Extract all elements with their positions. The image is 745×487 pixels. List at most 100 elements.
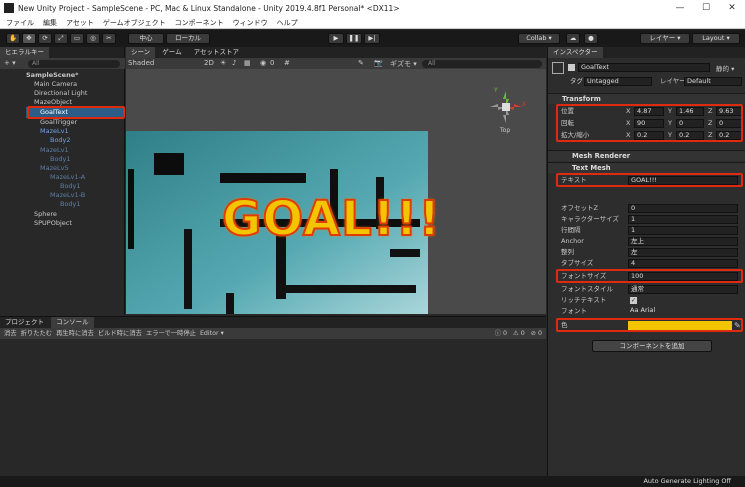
- clear-on-play-toggle[interactable]: 再生時に消去: [56, 328, 94, 339]
- anchor-dropdown[interactable]: 左上: [628, 237, 738, 246]
- offset-z-field[interactable]: 0: [628, 204, 738, 213]
- menu-file[interactable]: ファイル: [6, 17, 34, 28]
- gizmos-dropdown[interactable]: ギズモ ▾: [390, 59, 417, 69]
- tree-item-directional-light[interactable]: Directional Light: [34, 89, 87, 98]
- error-pause-toggle[interactable]: エラーで一時停止: [146, 328, 196, 339]
- menu-component[interactable]: コンポーネント: [175, 17, 224, 28]
- tree-item-mazelv1-a[interactable]: MazeLv1-A: [50, 173, 85, 182]
- rect-tool-icon[interactable]: ▭: [70, 33, 84, 44]
- lighting-icon[interactable]: ☀: [220, 59, 226, 67]
- minimize-button[interactable]: —: [667, 0, 693, 17]
- tab-hierarchy[interactable]: ヒエラルキー: [0, 47, 49, 58]
- tree-item-samplescene[interactable]: SampleScene*: [26, 71, 79, 80]
- active-checkbox[interactable]: [568, 64, 575, 71]
- mesh-renderer-title[interactable]: Mesh Renderer: [572, 152, 630, 160]
- tree-item-body1[interactable]: Body1: [50, 155, 71, 164]
- tab-inspector[interactable]: インスペクター: [548, 47, 603, 58]
- close-button[interactable]: ✕: [719, 0, 745, 17]
- info-count[interactable]: ⓘ 0: [495, 328, 507, 339]
- collab-dropdown[interactable]: Collab ▾: [518, 33, 560, 44]
- error-count[interactable]: ⊘ 0: [531, 328, 542, 339]
- space-local-toggle[interactable]: ローカル: [166, 33, 210, 44]
- tree-item-mazelv1[interactable]: MazeLv1: [40, 127, 69, 136]
- hierarchy-add-button[interactable]: + ▾: [4, 59, 16, 67]
- tab-project[interactable]: プロジェクト: [0, 317, 49, 328]
- add-component-button[interactable]: コンポーネントを追加: [592, 340, 712, 352]
- pivot-center-toggle[interactable]: 中心: [128, 33, 164, 44]
- font-style-dropdown[interactable]: 通常: [628, 285, 738, 294]
- console-clear-button[interactable]: 消去: [4, 328, 17, 339]
- tree-item-mazelv1-b[interactable]: MazeLv1-B: [50, 191, 85, 200]
- tree-item-main-camera[interactable]: Main Camera: [34, 80, 77, 89]
- scene-viewport[interactable]: GOAL!!! Y X Top: [126, 69, 546, 314]
- inspector-panel: インスペクター GoalText 静的 ▾ タグ Untagged レイヤー D…: [547, 47, 745, 476]
- pause-button[interactable]: ❚❚: [346, 33, 362, 44]
- clear-on-build-toggle[interactable]: ビルド時に消去: [98, 328, 142, 339]
- menu-assets[interactable]: アセット: [66, 17, 94, 28]
- warning-count[interactable]: ⚠ 0: [513, 328, 525, 339]
- menu-gameobject[interactable]: ゲームオブジェクト: [103, 17, 166, 28]
- tree-item-sphere[interactable]: Sphere: [34, 210, 57, 219]
- tab-game[interactable]: ゲーム: [157, 47, 187, 58]
- layers-dropdown[interactable]: レイヤー ▾: [640, 33, 690, 44]
- transform-tool-icon[interactable]: ◎: [86, 33, 100, 44]
- static-dropdown[interactable]: 静的 ▾: [716, 63, 734, 73]
- camera-icon[interactable]: 📷: [374, 59, 383, 67]
- tag-dropdown[interactable]: Untagged: [584, 77, 652, 86]
- cloud-icon[interactable]: ☁: [566, 33, 580, 44]
- font-label: フォント: [561, 307, 587, 315]
- tab-asset-store[interactable]: アセットストア: [188, 47, 245, 58]
- main-toolbar: ✋ ✥ ⟳ ⤢ ▭ ◎ ✂ 中心 ローカル ▶ ❚❚ ▶| Collab ▾ ☁…: [0, 30, 745, 47]
- tree-item-goaltrigger[interactable]: GoalTrigger: [40, 118, 77, 127]
- anchor-label: Anchor: [561, 237, 584, 245]
- color-highlight: [556, 318, 743, 332]
- editor-dropdown[interactable]: Editor ▾: [200, 328, 224, 339]
- offset-z-label: オフセットZ: [561, 204, 598, 212]
- menu-window[interactable]: ウィンドウ: [233, 17, 268, 28]
- step-button[interactable]: ▶|: [364, 33, 380, 44]
- menu-help[interactable]: ヘルプ: [277, 17, 298, 28]
- object-name-field[interactable]: GoalText: [578, 63, 710, 72]
- custom-tool-icon[interactable]: ✂: [102, 33, 116, 44]
- hidden-objects-icon[interactable]: ◉: [260, 59, 266, 67]
- account-icon[interactable]: ●: [584, 33, 598, 44]
- play-button[interactable]: ▶: [328, 33, 344, 44]
- tab-scene[interactable]: シーン: [126, 47, 156, 58]
- view-gizmo[interactable]: Y X: [486, 87, 526, 127]
- tree-item-mazelv5[interactable]: MazeLv5: [40, 164, 69, 173]
- hierarchy-search-input[interactable]: All: [28, 60, 120, 68]
- scale-tool-icon[interactable]: ⤢: [54, 33, 68, 44]
- tab-console[interactable]: コンソール: [51, 317, 94, 328]
- tree-item-spupobject[interactable]: SPUPObject: [34, 219, 72, 228]
- move-tool-icon[interactable]: ✥: [22, 33, 36, 44]
- tree-item-body1-b[interactable]: Body1: [60, 200, 81, 209]
- rich-text-checkbox[interactable]: ✓: [630, 297, 637, 304]
- view-label: Top: [500, 127, 511, 134]
- alignment-dropdown[interactable]: 左: [628, 248, 738, 257]
- char-size-field[interactable]: 1: [628, 215, 738, 224]
- tree-item-mazelv1-2[interactable]: MazeLv1: [40, 146, 69, 155]
- tools-icon[interactable]: ✎: [358, 59, 364, 67]
- effects-icon[interactable]: ▦: [244, 59, 251, 67]
- layer-dropdown[interactable]: Default: [684, 77, 742, 86]
- line-spacing-field[interactable]: 1: [628, 226, 738, 235]
- scene-search-input[interactable]: All: [422, 60, 542, 68]
- font-field[interactable]: Aa Arial: [628, 307, 738, 316]
- audio-icon[interactable]: ♪: [232, 59, 236, 67]
- shading-dropdown[interactable]: Shaded: [128, 59, 154, 67]
- tree-item-body2[interactable]: Body2: [50, 136, 71, 145]
- menu-edit[interactable]: 編集: [43, 17, 57, 28]
- rotate-tool-icon[interactable]: ⟳: [38, 33, 52, 44]
- transform-title[interactable]: Transform: [562, 95, 601, 103]
- console-collapse-button[interactable]: 折りたたむ: [21, 328, 52, 339]
- text-mesh-title[interactable]: Text Mesh: [572, 164, 611, 172]
- title-bar: New Unity Project - SampleScene - PC, Ma…: [0, 0, 745, 17]
- tab-size-field[interactable]: 4: [628, 259, 738, 268]
- hand-tool-icon[interactable]: ✋: [6, 33, 20, 44]
- maximize-button[interactable]: ☐: [693, 0, 719, 17]
- layer-count: 0: [270, 59, 275, 67]
- grid-icon[interactable]: #: [284, 59, 290, 67]
- mode-2d-toggle[interactable]: 2D: [204, 59, 214, 67]
- layout-dropdown[interactable]: Layout ▾: [692, 33, 740, 44]
- tree-item-body1-a[interactable]: Body1: [60, 182, 81, 191]
